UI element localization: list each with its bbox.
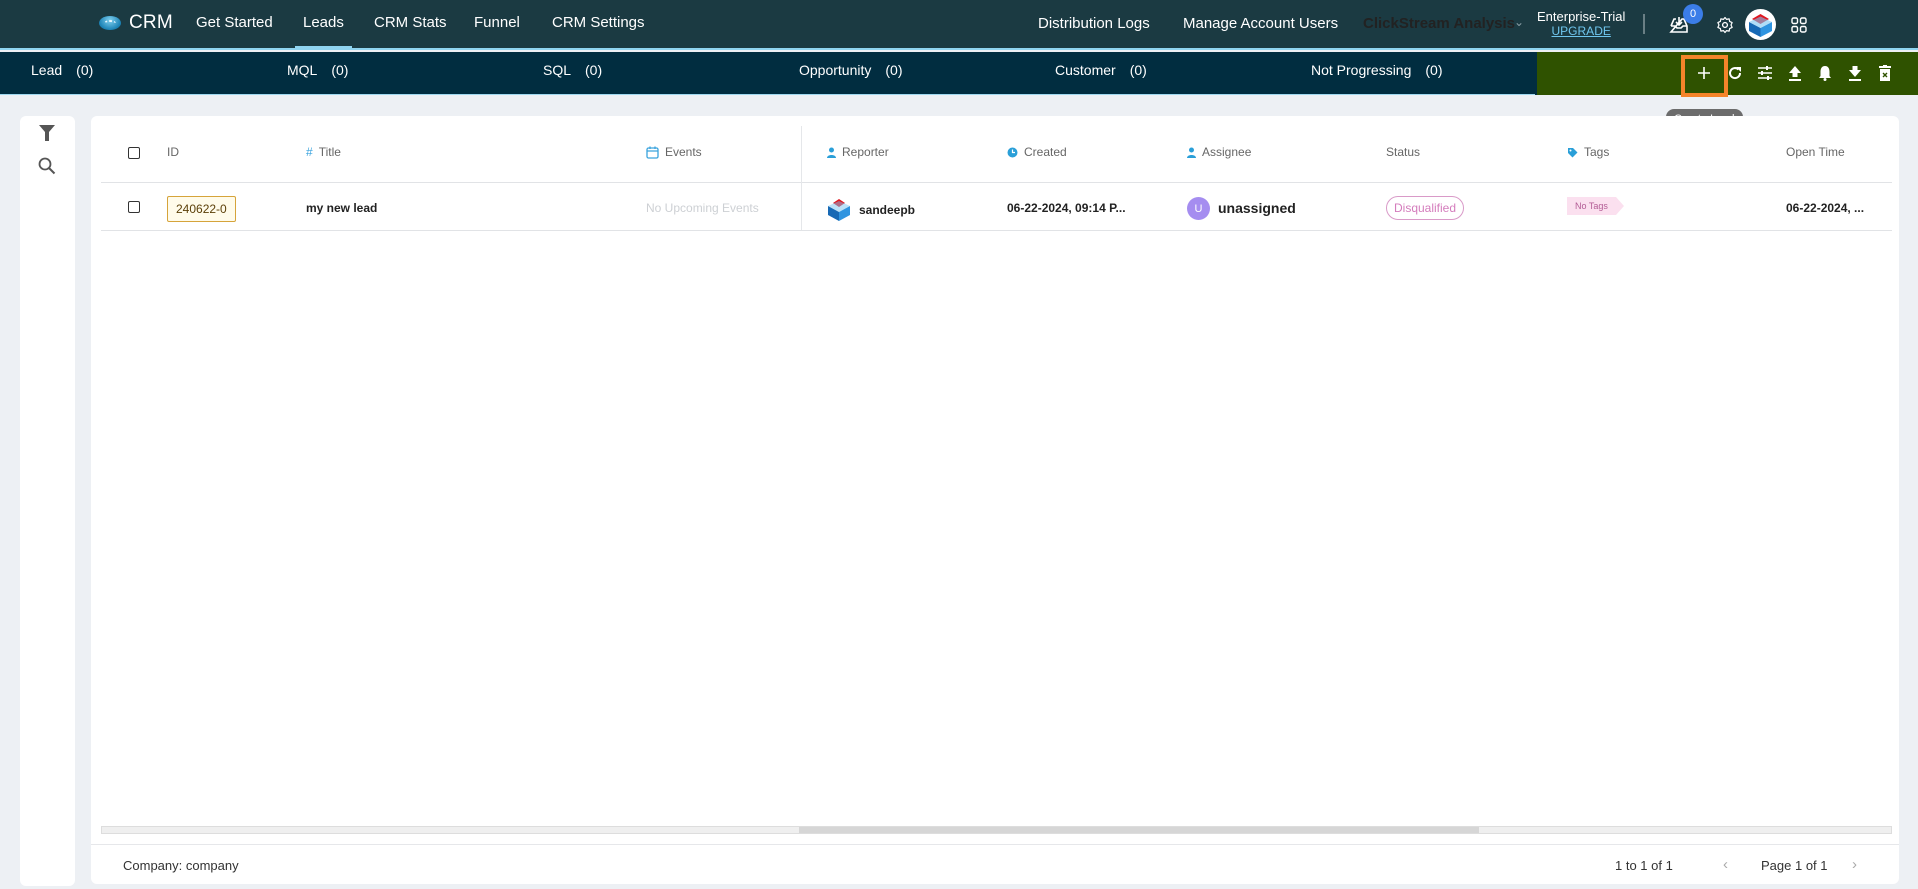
divider [1643, 14, 1645, 34]
col-status[interactable]: Status [1386, 145, 1420, 159]
manage-account-users-link[interactable]: Manage Account Users [1183, 15, 1338, 32]
person-icon [1187, 147, 1196, 158]
column-label: ID [167, 145, 179, 159]
create-lead-highlight [1681, 55, 1728, 97]
table-row[interactable]: 240622-0 my new lead No Upcoming Events … [101, 183, 1892, 231]
nav-funnel[interactable]: Funnel [474, 14, 520, 31]
table-footer: Company: company 1 to 1 of 1 ‹ Page 1 of… [91, 844, 1899, 884]
leads-table-card: ID # Title Events Reporter Created Assig… [91, 116, 1899, 884]
assignee-name[interactable]: unassigned [1218, 200, 1296, 216]
row-checkbox[interactable] [128, 201, 140, 213]
nav-crm-settings[interactable]: CRM Settings [552, 14, 645, 31]
upgrade-link[interactable]: UPGRADE [1537, 24, 1625, 39]
column-label: Status [1386, 145, 1421, 159]
download-icon[interactable] [1844, 62, 1866, 84]
stage-mql[interactable]: MQL (0) [287, 62, 348, 78]
row-range: 1 to 1 of 1 [1615, 858, 1673, 873]
created-date: 06-22-2024, 09:14 P... [1007, 201, 1126, 215]
column-label: Reporter [842, 145, 889, 159]
nav-get-started[interactable]: Get Started [196, 14, 273, 31]
stage-label: Opportunity [799, 62, 872, 78]
top-nav: CRM Get Started Leads CRM Stats Funnel C… [0, 0, 1918, 50]
plan-info: Enterprise-Trial UPGRADE [1537, 9, 1625, 39]
reporter-avatar [828, 199, 850, 221]
hash-icon: # [306, 145, 313, 159]
crm-logo[interactable]: CRM [99, 12, 173, 34]
col-title[interactable]: # Title [306, 145, 341, 159]
select-all-checkbox[interactable] [128, 147, 140, 159]
clock-icon [1007, 147, 1018, 157]
left-tool-panel [20, 116, 75, 886]
status-badge[interactable]: Disqualified [1386, 196, 1465, 220]
stage-count: (0) [1129, 62, 1147, 78]
gear-icon[interactable] [1714, 14, 1736, 36]
upload-icon[interactable] [1784, 62, 1806, 84]
col-tags[interactable]: Tags [1567, 145, 1609, 159]
plan-name: Enterprise-Trial [1537, 9, 1626, 24]
scrollbar-thumb[interactable] [799, 827, 1479, 833]
col-events[interactable]: Events [646, 145, 702, 159]
stage-count: (0) [331, 62, 349, 78]
horizontal-scrollbar[interactable] [101, 826, 1892, 834]
col-id[interactable]: ID [167, 145, 179, 159]
stage-label: SQL [543, 62, 572, 78]
filter-icon[interactable] [38, 124, 58, 144]
reporter-name: sandeepb [859, 203, 916, 217]
stage-label: Lead [31, 62, 63, 78]
stage-not-progressing[interactable]: Not Progressing (0) [1311, 62, 1443, 78]
tags-chip[interactable]: No Tags [1567, 197, 1624, 215]
col-reporter[interactable]: Reporter [827, 145, 889, 159]
app-name: CRM [129, 12, 173, 33]
column-label: Tags [1584, 145, 1610, 159]
chevron-down-icon[interactable]: ⌄ [1514, 15, 1524, 29]
crm-logo-icon [99, 16, 121, 30]
stage-label: Customer [1055, 62, 1116, 78]
stage-opportunity[interactable]: Opportunity (0) [799, 62, 903, 78]
stage-sql[interactable]: SQL (0) [543, 62, 602, 78]
stage-count: (0) [585, 62, 603, 78]
column-label: Created [1024, 145, 1067, 159]
next-page-button[interactable]: › [1852, 856, 1857, 873]
col-created[interactable]: Created [1007, 145, 1067, 159]
refresh-icon[interactable] [1724, 62, 1746, 84]
company-label: Company: company [123, 858, 239, 873]
nav-leads[interactable]: Leads [295, 14, 352, 49]
prev-page-button[interactable]: ‹ [1723, 856, 1728, 873]
col-assignee[interactable]: Assignee [1187, 145, 1251, 159]
col-open-time[interactable]: Open Time [1786, 145, 1845, 159]
stage-count: (0) [1425, 62, 1443, 78]
search-icon[interactable] [38, 157, 58, 177]
distribution-logs-link[interactable]: Distribution Logs [1038, 15, 1150, 32]
stage-count: (0) [885, 62, 903, 78]
stage-customer[interactable]: Customer (0) [1055, 62, 1147, 78]
column-label: Events [665, 145, 702, 159]
apps-grid-icon[interactable] [1788, 14, 1810, 36]
sliders-icon[interactable] [1754, 62, 1776, 84]
lead-events: No Upcoming Events [646, 201, 759, 215]
lead-id-chip[interactable]: 240622-0 [167, 196, 236, 222]
person-icon [827, 147, 836, 158]
inbox-count-badge: 0 [1683, 4, 1703, 24]
stage-label: Not Progressing [1311, 62, 1412, 78]
bell-icon[interactable] [1814, 62, 1836, 84]
table-header: ID # Title Events Reporter Created Assig… [101, 116, 1892, 183]
page-indicator: Page 1 of 1 [1761, 858, 1828, 873]
column-label: Title [318, 145, 341, 159]
delete-icon[interactable] [1874, 62, 1896, 84]
stage-lead[interactable]: Lead (0) [31, 62, 93, 78]
nav-crm-stats[interactable]: CRM Stats [374, 14, 447, 31]
open-time: 06-22-2024, ... [1786, 201, 1865, 215]
project-selector[interactable]: ClickStream Analysis [1363, 15, 1515, 32]
tag-icon [1568, 147, 1578, 157]
lead-title[interactable]: my new lead [306, 201, 377, 215]
user-avatar[interactable] [1745, 9, 1776, 40]
assignee-avatar: U [1187, 197, 1210, 220]
stage-count: (0) [76, 62, 94, 78]
column-label: Assignee [1202, 145, 1252, 159]
column-label: Open Time [1786, 145, 1845, 159]
stage-label: MQL [287, 62, 318, 78]
calendar-icon [646, 146, 659, 159]
